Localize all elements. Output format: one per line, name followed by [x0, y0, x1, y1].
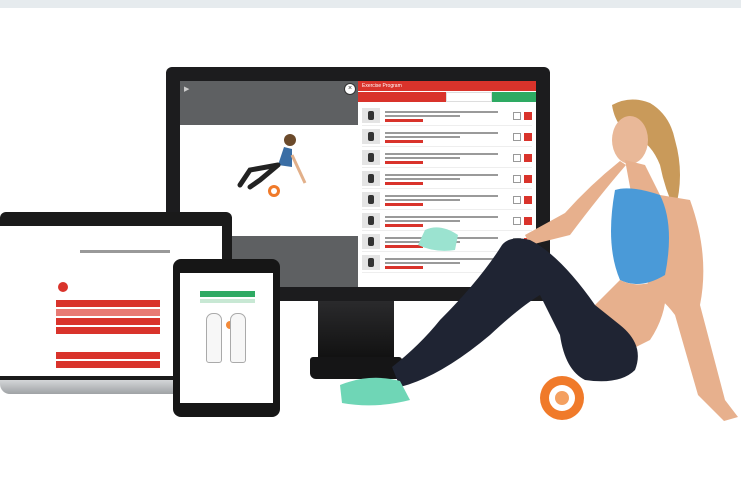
table-row[interactable]	[56, 309, 160, 316]
table-row[interactable]	[56, 318, 160, 325]
list-header: Exercise Program	[358, 81, 536, 91]
woman-foam-roller-photo	[340, 99, 738, 421]
table-row[interactable]	[56, 352, 160, 359]
avatar[interactable]	[58, 282, 68, 292]
body-front-icon	[206, 313, 222, 363]
top-band	[0, 0, 741, 8]
tablet-screen	[180, 273, 273, 403]
table-row[interactable]	[56, 327, 160, 334]
table-row[interactable]	[56, 300, 160, 307]
body-back-icon	[230, 313, 246, 363]
play-icon[interactable]: ▶	[184, 85, 192, 93]
page-title	[80, 250, 170, 253]
table-row[interactable]	[56, 361, 160, 368]
tab-inactive[interactable]	[200, 299, 255, 303]
list-header-title: Exercise Program	[362, 83, 402, 89]
tab-active[interactable]	[200, 291, 255, 297]
tablet	[173, 259, 280, 417]
app-logo	[92, 236, 122, 244]
close-icon[interactable]: ×	[344, 83, 356, 95]
body-map[interactable]	[206, 313, 246, 363]
